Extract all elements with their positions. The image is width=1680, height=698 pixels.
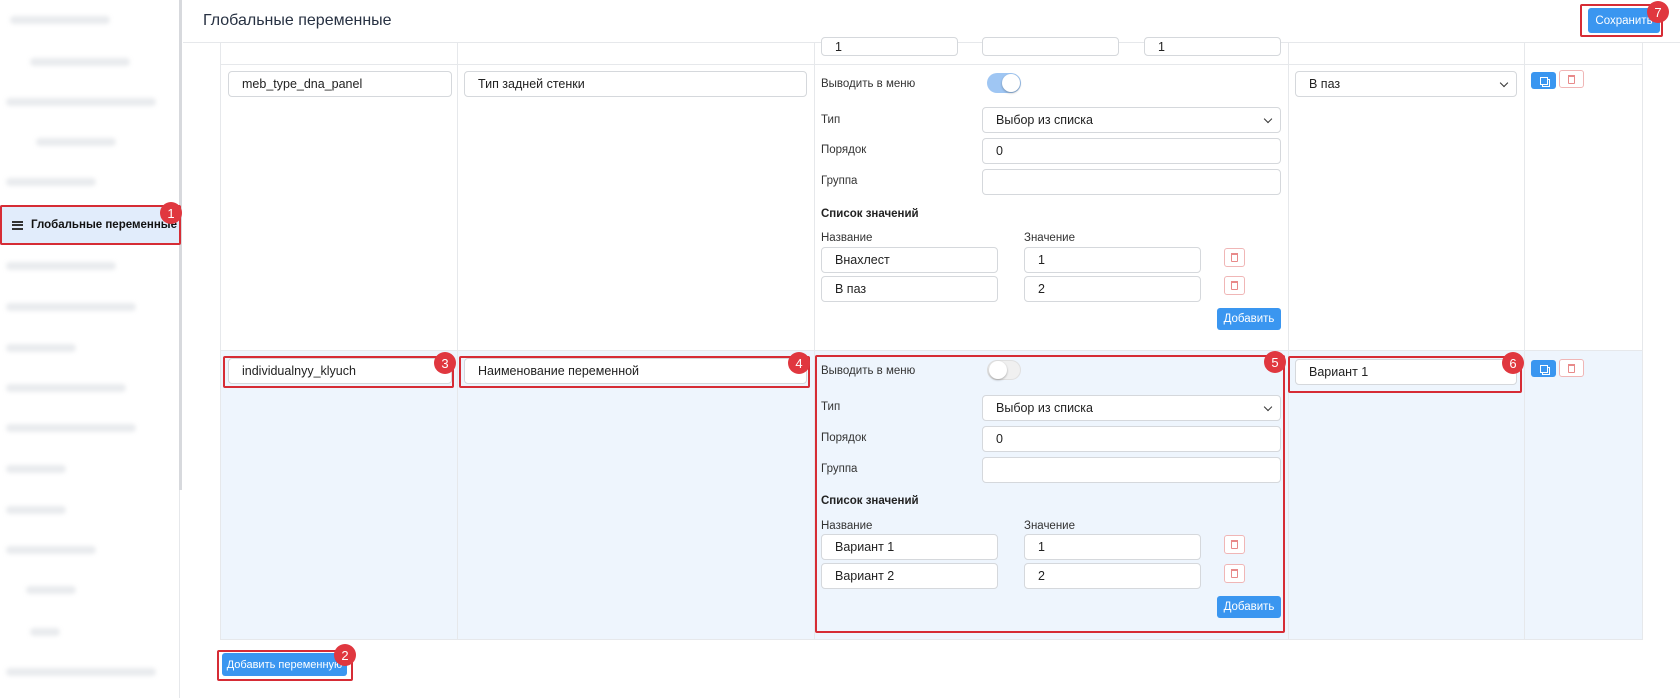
- annotation-badge: 1: [160, 202, 182, 224]
- value-value-input[interactable]: 1: [1024, 247, 1201, 273]
- type-select[interactable]: Выбор из списка: [982, 107, 1281, 133]
- default-value-input[interactable]: Вариант 1: [1295, 359, 1517, 385]
- type-select[interactable]: Выбор из списка: [982, 395, 1281, 421]
- group-input[interactable]: [982, 169, 1281, 195]
- variable-name-input[interactable]: Наименование переменной: [464, 358, 807, 384]
- sidebar-item[interactable]: [0, 42, 180, 82]
- show-in-menu-label: Выводить в меню: [821, 78, 916, 90]
- value-value-input[interactable]: 1: [1024, 534, 1201, 560]
- value-name-input[interactable]: В паз: [821, 276, 998, 302]
- annotation-badge: 6: [1502, 352, 1524, 374]
- delete-value-button[interactable]: [1224, 535, 1245, 554]
- sidebar-item[interactable]: [0, 287, 180, 327]
- values-list-title: Список значений: [821, 495, 919, 507]
- variable-key-input[interactable]: meb_type_dna_panel: [228, 71, 452, 97]
- delete-value-button[interactable]: [1224, 276, 1245, 295]
- delete-row-button[interactable]: [1559, 359, 1584, 377]
- values-list-title: Список значений: [821, 208, 919, 220]
- sidebar-item[interactable]: [0, 122, 180, 162]
- page-title: Глобальные переменные: [203, 12, 392, 29]
- sidebar-item[interactable]: [0, 612, 180, 652]
- sidebar-item[interactable]: [0, 82, 180, 122]
- sidebar-item[interactable]: [0, 652, 180, 692]
- sidebar-item[interactable]: [0, 490, 180, 530]
- col-name-label: Название: [821, 232, 873, 244]
- type-label: Тип: [821, 401, 841, 413]
- sidebar-item[interactable]: [0, 246, 180, 286]
- col-value-label: Значение: [1024, 232, 1075, 244]
- annotation-badge: 5: [1264, 351, 1286, 373]
- annotation-badge: 7: [1647, 1, 1669, 23]
- sidebar-item[interactable]: [0, 162, 180, 202]
- add-value-button[interactable]: Добавить: [1217, 596, 1281, 618]
- type-label: Тип: [821, 114, 841, 126]
- show-in-menu-toggle[interactable]: [987, 73, 1021, 93]
- sidebar-item[interactable]: [0, 449, 180, 489]
- sidebar-item[interactable]: [0, 368, 180, 408]
- value-name-input[interactable]: Вариант 2: [821, 563, 998, 589]
- order-label: Порядок: [821, 144, 867, 156]
- partial-input[interactable]: [982, 37, 1119, 56]
- order-input[interactable]: 0: [982, 138, 1281, 164]
- copy-row-button[interactable]: [1531, 360, 1556, 377]
- value-name-input[interactable]: Внахлест: [821, 247, 998, 273]
- sidebar-item[interactable]: [0, 408, 180, 448]
- add-value-button[interactable]: Добавить: [1217, 308, 1281, 330]
- group-label: Группа: [821, 463, 858, 475]
- group-input[interactable]: [982, 457, 1281, 483]
- show-in-menu-label: Выводить в меню: [821, 365, 916, 377]
- table-row-highlight: [221, 351, 1642, 639]
- annotation-badge: 3: [434, 352, 456, 374]
- sidebar: Глобальные переменные: [0, 0, 182, 698]
- sidebar-scrollbar[interactable]: [179, 0, 182, 490]
- sidebar-item[interactable]: [0, 570, 180, 610]
- col-name-label: Название: [821, 520, 873, 532]
- partial-input[interactable]: 1: [821, 37, 958, 56]
- delete-value-button[interactable]: [1224, 564, 1245, 583]
- show-in-menu-toggle[interactable]: [987, 360, 1021, 380]
- value-value-input[interactable]: 2: [1024, 276, 1201, 302]
- annotation-badge: 2: [334, 644, 356, 666]
- variable-key-input[interactable]: individualnyy_klyuch: [228, 358, 452, 384]
- sidebar-item[interactable]: [0, 530, 180, 570]
- delete-value-button[interactable]: [1224, 248, 1245, 267]
- delete-row-button[interactable]: [1559, 70, 1584, 88]
- value-name-input[interactable]: Вариант 1: [821, 534, 998, 560]
- order-input[interactable]: 0: [982, 426, 1281, 452]
- order-label: Порядок: [821, 432, 867, 444]
- sidebar-item[interactable]: [0, 0, 180, 40]
- annotation-badge: 4: [788, 352, 810, 374]
- add-variable-button[interactable]: Добавить переменную: [222, 653, 347, 676]
- default-value-select[interactable]: В паз: [1295, 71, 1517, 97]
- list-icon: [12, 220, 23, 230]
- variables-table: 1 1 meb_type_dna_panel Тип задней стенки…: [220, 37, 1643, 640]
- sidebar-item-label: Глобальные переменные: [31, 219, 177, 231]
- copy-row-button[interactable]: [1531, 72, 1556, 89]
- variable-name-input[interactable]: Тип задней стенки: [464, 71, 807, 97]
- partial-input[interactable]: 1: [1144, 37, 1281, 56]
- sidebar-item[interactable]: [0, 328, 180, 368]
- value-value-input[interactable]: 2: [1024, 563, 1201, 589]
- sidebar-item-global-variables[interactable]: Глобальные переменные: [0, 205, 180, 245]
- group-label: Группа: [821, 175, 858, 187]
- col-value-label: Значение: [1024, 520, 1075, 532]
